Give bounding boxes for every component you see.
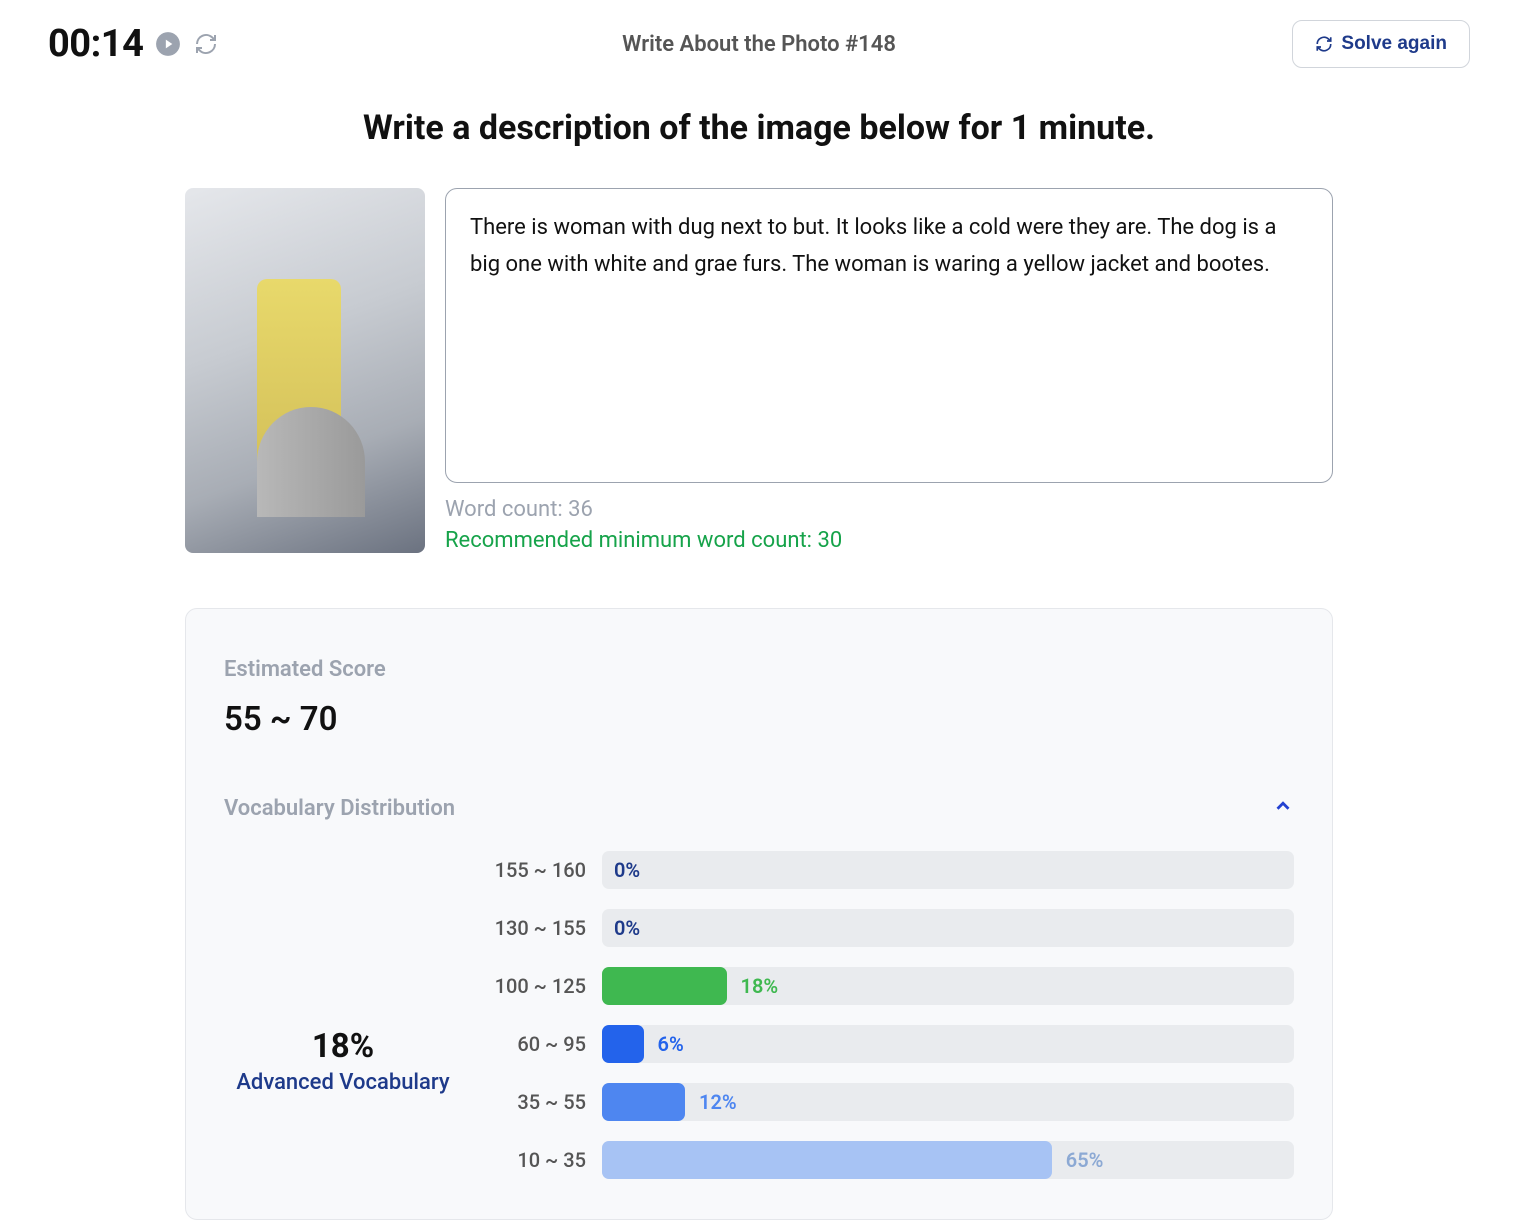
bar-pct-label: 0% [614,858,640,882]
refresh-icon[interactable] [193,31,219,57]
bar-track: 0% [602,851,1294,889]
chevron-up-icon[interactable] [1272,795,1294,821]
vocab-bar-row: 130 ~ 155 0% [482,909,1294,947]
recommended-word-count: Recommended minimum word count: 30 [445,528,1333,553]
vocab-range-label: 60 ~ 95 [482,1032,602,1056]
vocab-bar-row: 10 ~ 35 65% [482,1141,1294,1179]
bar-pct-label: 18% [741,974,779,998]
vocab-distribution-title: Vocabulary Distribution [224,796,455,821]
bar-pct-label: 6% [658,1032,684,1056]
estimated-score-value: 55 ~ 70 [224,700,1294,739]
vocab-range-label: 100 ~ 125 [482,974,602,998]
bar-track: 65% [602,1141,1294,1179]
refresh-icon [1315,35,1333,53]
solve-again-button[interactable]: Solve again [1292,20,1470,68]
advanced-vocab-pct: 18% [224,1027,462,1066]
results-card: Estimated Score 55 ~ 70 Vocabulary Distr… [185,608,1333,1220]
bar-fill [602,1083,685,1121]
word-count: Word count: 36 [445,497,1333,522]
vocab-range-label: 130 ~ 155 [482,916,602,940]
vocab-bars: 155 ~ 160 0% 130 ~ 155 0% 100 ~ 125 18% 60 ~ 9… [482,851,1294,1199]
bar-fill [602,1141,1052,1179]
estimated-score-label: Estimated Score [224,657,1294,682]
instruction-text: Write a description of the image below f… [0,108,1518,148]
vocab-bar-row: 60 ~ 95 6% [482,1025,1294,1063]
vocab-range-label: 10 ~ 35 [482,1148,602,1172]
advanced-vocab-label: Advanced Vocabulary [224,1070,462,1095]
timer: 00:14 [48,22,143,66]
vocab-bar-row: 35 ~ 55 12% [482,1083,1294,1121]
vocab-range-label: 35 ~ 55 [482,1090,602,1114]
bar-pct-label: 12% [699,1090,737,1114]
bar-fill [602,967,727,1005]
page-title: Write About the Photo #148 [622,32,896,57]
prompt-photo [185,188,425,553]
bar-pct-label: 65% [1066,1148,1104,1172]
bar-track: 12% [602,1083,1294,1121]
vocab-range-label: 155 ~ 160 [482,858,602,882]
play-icon[interactable] [155,31,181,57]
bar-pct-label: 0% [614,916,640,940]
bar-track: 18% [602,967,1294,1005]
answer-textarea[interactable]: There is woman with dug next to but. It … [445,188,1333,483]
solve-again-label: Solve again [1341,33,1447,55]
bar-track: 6% [602,1025,1294,1063]
bar-fill [602,1025,644,1063]
vocab-bar-row: 100 ~ 125 18% [482,967,1294,1005]
bar-track: 0% [602,909,1294,947]
vocab-bar-row: 155 ~ 160 0% [482,851,1294,889]
